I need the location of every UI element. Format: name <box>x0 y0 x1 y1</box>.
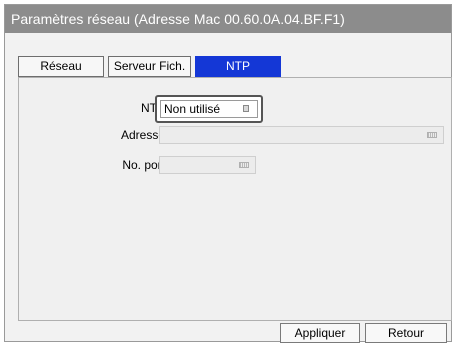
ntp-select[interactable]: Non utilisé <box>160 100 258 118</box>
ntp-select-focus-ring: Non utilisé <box>155 95 263 123</box>
back-button[interactable]: Retour <box>365 323 447 343</box>
port-input[interactable] <box>159 156 256 174</box>
keyboard-icon[interactable] <box>427 132 437 138</box>
adresse-input[interactable] <box>159 126 444 144</box>
tab-reseau[interactable]: Réseau <box>18 56 104 77</box>
apply-button[interactable]: Appliquer <box>280 323 360 343</box>
tab-serveur-fich[interactable]: Serveur Fich. <box>108 56 191 77</box>
window-title: Paramètres réseau (Adresse Mac 00.60.0A.… <box>5 5 451 33</box>
tab-ntp[interactable]: NTP <box>195 56 281 77</box>
port-label: No. port <box>122 158 165 172</box>
ntp-select-value: Non utilisé <box>164 102 221 116</box>
network-settings-window: Paramètres réseau (Adresse Mac 00.60.0A.… <box>4 4 452 342</box>
ntp-settings-panel: NTP Non utilisé Adresse No. port <box>18 77 452 321</box>
keyboard-icon[interactable] <box>239 162 249 168</box>
dropdown-indicator-icon <box>243 105 249 112</box>
adresse-label: Adresse <box>120 128 165 142</box>
